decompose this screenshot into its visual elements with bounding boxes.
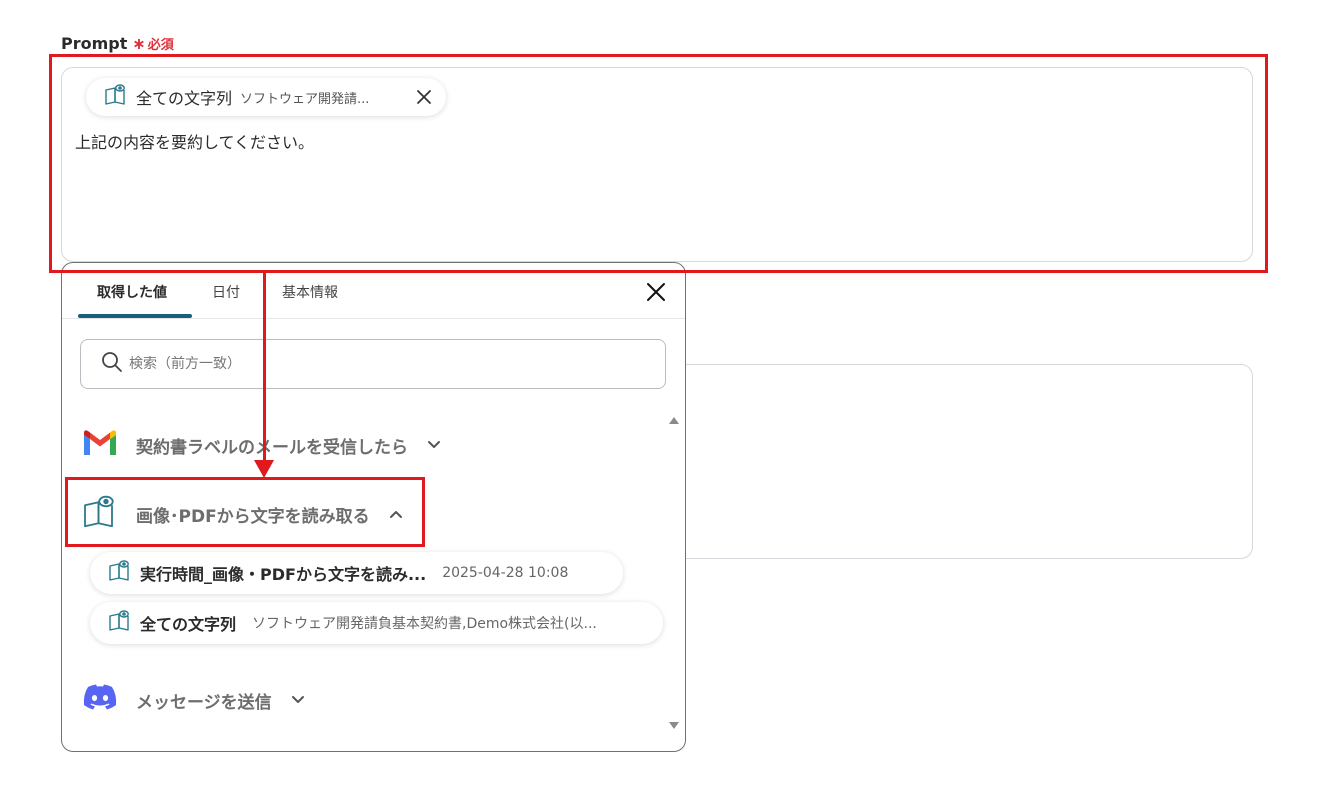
result-value: ソフトウェア開発請負基本契約書,Demo株式会社(以... [252,616,597,632]
chevron-down-icon [426,437,442,453]
tab-basic-info[interactable]: 基本情報 [282,282,338,302]
tab-acquired-values[interactable]: 取得した値 [97,282,167,302]
active-tab-indicator [78,314,192,318]
field-label: Prompt ∗ 必須 [61,34,174,53]
scrollbar[interactable] [667,413,679,733]
result-value: 2025-04-28 10:08 [442,565,569,581]
ocr-book-icon [108,609,132,637]
annotation-highlight-prompt [49,54,1268,273]
required-star: ∗ [132,34,146,53]
section-label: メッセージを送信 [136,692,272,713]
annotation-arrow-head [254,460,274,478]
search-icon [101,351,123,377]
chevron-down-icon [290,692,306,708]
panel-close-icon[interactable] [643,279,669,305]
search-field[interactable] [80,339,666,389]
tab-date[interactable]: 日付 [212,282,240,302]
section-discord-action[interactable]: メッセージを送信 [82,684,306,716]
search-input[interactable] [129,356,665,372]
scroll-down-arrow-icon[interactable] [669,722,679,729]
annotation-highlight-section [65,477,425,547]
field-label-text: Prompt [61,34,128,53]
screen: Prompt ∗ 必須 全ての文字列 ソフトウェア開発請... 上記の内容を要約… [0,0,1319,797]
secondary-textarea[interactable] [640,364,1253,559]
scroll-up-arrow-icon[interactable] [669,417,679,424]
discord-icon [82,684,118,716]
result-chip-exec-time[interactable]: 実行時間_画像・PDFから文字を読み... 2025-04-28 10:08 [90,552,623,594]
result-chip-all-text[interactable]: 全ての文字列 ソフトウェア開発請負基本契約書,Demo株式会社(以... [90,602,663,644]
section-gmail-trigger[interactable]: 契約書ラベルのメールを受信したら [82,429,442,461]
gmail-icon [82,429,118,461]
required-text: 必須 [147,38,174,53]
annotation-arrow-line [263,273,266,463]
section-label: 契約書ラベルのメールを受信したら [136,437,408,458]
result-name: 全ての文字列 [140,615,237,634]
result-name: 実行時間_画像・PDFから文字を読み... [140,565,427,584]
ocr-book-icon [108,559,132,587]
